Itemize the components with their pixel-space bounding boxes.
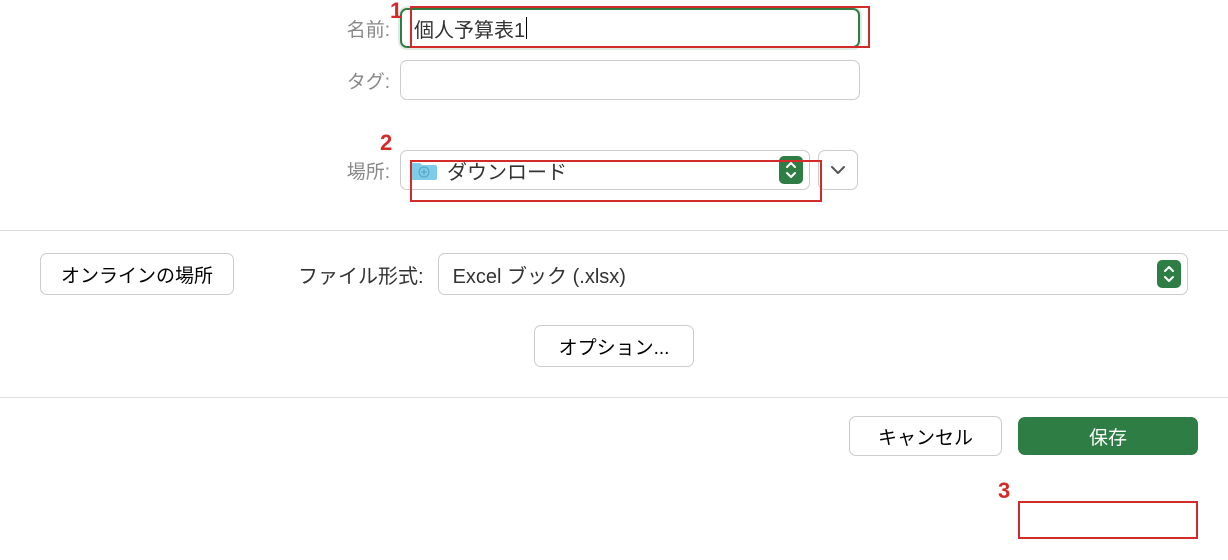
location-select[interactable]: ダウンロード — [400, 150, 810, 190]
tag-input[interactable] — [400, 60, 860, 100]
file-format-select[interactable]: Excel ブック (.xlsx) — [438, 253, 1188, 295]
file-format-label: ファイル形式: — [298, 260, 424, 289]
cancel-button[interactable]: キャンセル — [849, 416, 1002, 456]
expand-button[interactable] — [818, 150, 858, 190]
file-format-value: Excel ブック (.xlsx) — [453, 260, 1157, 289]
text-caret — [526, 17, 527, 39]
location-label: 場所: — [0, 157, 400, 184]
divider — [0, 230, 1228, 231]
location-value: ダウンロード — [447, 156, 769, 185]
options-button[interactable]: オプション... — [534, 325, 695, 367]
updown-icon — [779, 156, 803, 184]
folder-icon — [411, 159, 437, 181]
annotation-number-3: 3 — [998, 478, 1010, 504]
updown-icon — [1157, 260, 1181, 288]
tag-label: タグ: — [0, 67, 400, 94]
name-input-value: 個人予算表1 — [414, 14, 525, 43]
name-input[interactable]: 個人予算表1 — [400, 8, 860, 48]
annotation-box-3 — [1018, 501, 1198, 539]
online-location-button[interactable]: オンラインの場所 — [40, 253, 234, 295]
name-label: 名前: — [0, 15, 400, 42]
chevron-down-icon — [830, 165, 846, 175]
save-button[interactable]: 保存 — [1018, 417, 1198, 455]
